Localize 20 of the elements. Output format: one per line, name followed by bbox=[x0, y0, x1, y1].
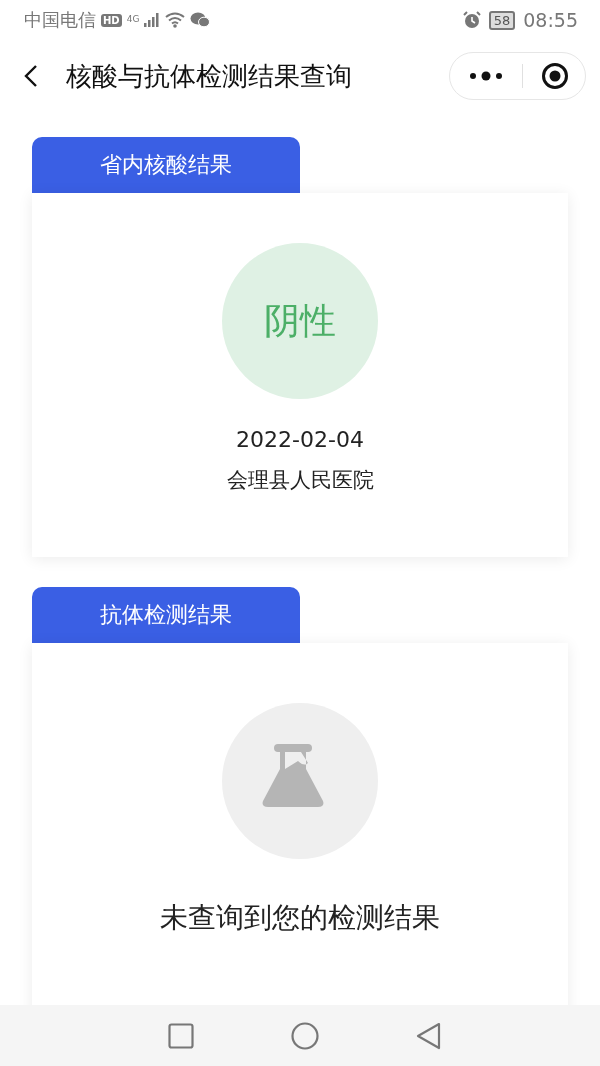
close-target-icon[interactable] bbox=[541, 62, 569, 90]
alarm-clock-icon bbox=[462, 11, 481, 29]
hospital-name: 会理县人民医院 bbox=[226, 467, 374, 494]
back-nav-icon[interactable] bbox=[415, 1021, 442, 1050]
recent-apps-icon[interactable] bbox=[168, 1022, 195, 1049]
back-icon[interactable] bbox=[24, 64, 38, 88]
status-time: 08:55 bbox=[523, 9, 578, 31]
page-title: 核酸与抗体检测结果查询 bbox=[66, 59, 353, 93]
more-icon[interactable] bbox=[468, 71, 504, 81]
home-icon[interactable] bbox=[291, 1021, 319, 1050]
empty-message: 未查询到您的检测结果 bbox=[160, 900, 440, 936]
carrier-name: 中国电信 bbox=[24, 8, 96, 32]
test-date: 2022-02-04 bbox=[236, 427, 364, 452]
signal-icon bbox=[144, 13, 161, 27]
wifi-icon bbox=[165, 12, 186, 28]
result-label: 阴性 bbox=[264, 298, 336, 343]
network-label: 4G bbox=[126, 14, 140, 24]
chat-bubbles-icon bbox=[190, 12, 211, 28]
hd-badge: HD bbox=[101, 13, 122, 27]
battery-indicator: 58 bbox=[488, 10, 516, 30]
